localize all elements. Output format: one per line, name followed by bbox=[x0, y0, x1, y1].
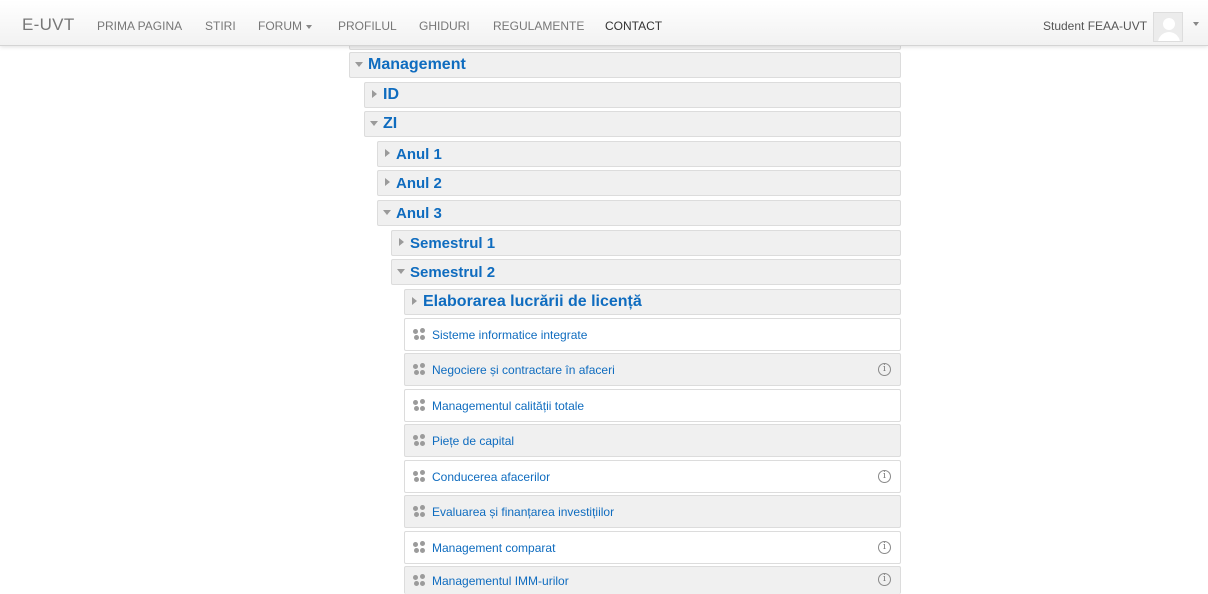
course-row[interactable]: Conducerea afacerilor i bbox=[404, 460, 901, 493]
collapsed-toggle-icon[interactable] bbox=[382, 148, 394, 160]
category-tree: Management ID ZI Anul 1 Anul 2 Anul 3 Se… bbox=[0, 0, 1208, 594]
user-name[interactable]: Student FEAA-UVT bbox=[1043, 19, 1147, 33]
info-icon[interactable]: i bbox=[878, 470, 891, 483]
course-link[interactable]: Management comparat bbox=[432, 541, 555, 555]
category-management[interactable]: Management bbox=[349, 52, 901, 78]
course-row[interactable]: Managementul calității totale bbox=[404, 389, 901, 422]
info-icon[interactable]: i bbox=[878, 573, 891, 586]
course-link[interactable]: Conducerea afacerilor bbox=[432, 470, 550, 484]
course-link[interactable]: Evaluarea și finanțarea investițiilor bbox=[432, 505, 614, 519]
collapsed-toggle-icon[interactable] bbox=[409, 296, 421, 308]
category-anul-1-label[interactable]: Anul 1 bbox=[396, 146, 442, 163]
nav-profilul[interactable]: PROFILUL bbox=[338, 19, 397, 33]
course-icon bbox=[413, 541, 426, 554]
course-row[interactable]: Piețe de capital bbox=[404, 424, 901, 457]
expanded-toggle-icon[interactable] bbox=[396, 266, 408, 278]
course-link[interactable]: Sisteme informatice integrate bbox=[432, 328, 587, 342]
info-icon[interactable]: i bbox=[878, 541, 891, 554]
category-semestrul-1-label[interactable]: Semestrul 1 bbox=[410, 235, 495, 252]
category-semestrul-2[interactable]: Semestrul 2 bbox=[391, 259, 901, 285]
category-zi-label[interactable]: ZI bbox=[383, 115, 397, 133]
chevron-down-icon bbox=[306, 24, 312, 29]
course-icon bbox=[413, 434, 426, 447]
avatar[interactable] bbox=[1153, 12, 1183, 42]
expanded-toggle-icon[interactable] bbox=[369, 118, 381, 130]
nav-prima-pagina[interactable]: PRIMA PAGINA bbox=[97, 19, 182, 33]
course-icon bbox=[413, 328, 426, 341]
collapsed-toggle-icon[interactable] bbox=[396, 237, 408, 249]
course-row[interactable]: Evaluarea și finanțarea investițiilor bbox=[404, 495, 901, 528]
course-link[interactable]: Negociere și contractare în afaceri bbox=[432, 363, 615, 377]
nav-forum[interactable]: FORUM bbox=[258, 19, 312, 33]
category-id[interactable]: ID bbox=[364, 82, 901, 108]
category-anul-2-label[interactable]: Anul 2 bbox=[396, 175, 442, 192]
nav-contact[interactable]: CONTACT bbox=[605, 19, 662, 33]
course-icon bbox=[413, 470, 426, 483]
category-elaborarea-label[interactable]: Elaborarea lucrării de licență bbox=[423, 293, 642, 311]
top-navbar: E-UVT PRIMA PAGINA STIRI FORUM PROFILUL … bbox=[0, 0, 1208, 46]
category-management-label[interactable]: Management bbox=[368, 56, 466, 74]
category-id-label[interactable]: ID bbox=[383, 86, 399, 104]
nav-stiri[interactable]: STIRI bbox=[205, 19, 236, 33]
course-row[interactable]: Management comparat i bbox=[404, 531, 901, 564]
info-icon[interactable]: i bbox=[878, 363, 891, 376]
nav-regulamente[interactable]: REGULAMENTE bbox=[493, 19, 584, 33]
course-link[interactable]: Managementul calității totale bbox=[432, 399, 584, 413]
avatar-body-shape bbox=[1158, 32, 1180, 41]
category-semestrul-2-label[interactable]: Semestrul 2 bbox=[410, 264, 495, 281]
course-icon bbox=[413, 399, 426, 412]
course-link[interactable]: Managementul IMM-urilor bbox=[432, 574, 569, 588]
category-anul-2[interactable]: Anul 2 bbox=[377, 170, 901, 196]
category-elaborarea[interactable]: Elaborarea lucrării de licență bbox=[404, 289, 901, 315]
category-anul-1[interactable]: Anul 1 bbox=[377, 141, 901, 167]
category-anul-3[interactable]: Anul 3 bbox=[377, 200, 901, 226]
nav-forum-label: FORUM bbox=[258, 19, 302, 33]
category-anul-3-label[interactable]: Anul 3 bbox=[396, 205, 442, 222]
avatar-head-shape bbox=[1163, 18, 1175, 30]
course-row[interactable]: Sisteme informatice integrate bbox=[404, 318, 901, 351]
course-icon bbox=[413, 574, 426, 587]
expanded-toggle-icon[interactable] bbox=[354, 59, 366, 71]
category-semestrul-1[interactable]: Semestrul 1 bbox=[391, 230, 901, 256]
course-icon bbox=[413, 363, 426, 376]
user-menu-chevron-down-icon[interactable] bbox=[1193, 22, 1199, 26]
site-brand[interactable]: E-UVT bbox=[22, 15, 75, 35]
course-row[interactable]: Negociere și contractare în afaceri i bbox=[404, 353, 901, 386]
course-icon bbox=[413, 505, 426, 518]
category-zi[interactable]: ZI bbox=[364, 111, 901, 137]
collapsed-toggle-icon[interactable] bbox=[369, 89, 381, 101]
nav-ghiduri[interactable]: GHIDURI bbox=[419, 19, 470, 33]
collapsed-toggle-icon[interactable] bbox=[382, 177, 394, 189]
expanded-toggle-icon[interactable] bbox=[382, 207, 394, 219]
course-link[interactable]: Piețe de capital bbox=[432, 434, 514, 448]
course-row[interactable]: Managementul IMM-urilor i bbox=[404, 566, 901, 594]
